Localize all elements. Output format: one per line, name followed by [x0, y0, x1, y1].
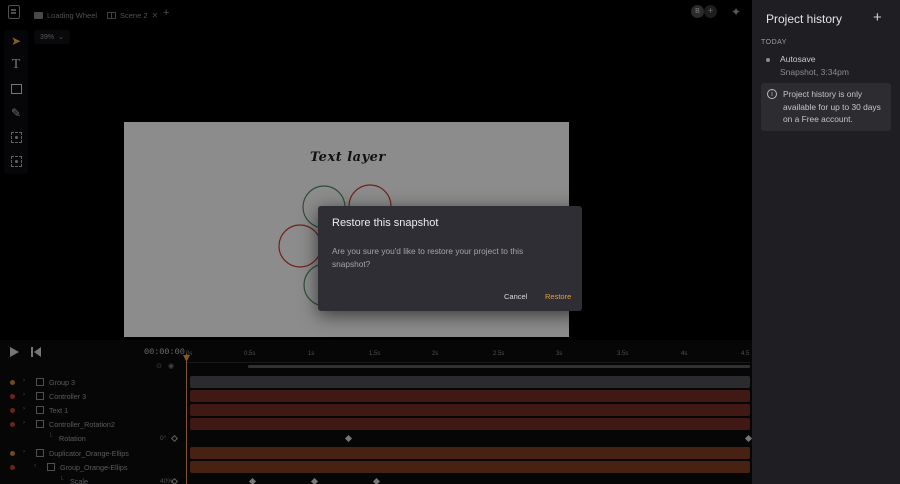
history-dot: [766, 58, 770, 62]
info-icon: i: [767, 89, 777, 99]
section-label: TODAY: [761, 39, 787, 46]
dialog-title: Restore this snapshot: [332, 217, 439, 229]
project-history-panel: Project history + TODAY Autosave Snapsho…: [752, 0, 900, 484]
restore-snapshot-dialog: Restore this snapshot Are you sure you'd…: [318, 206, 582, 311]
dialog-body: Are you sure you'd like to restore your …: [332, 246, 524, 269]
info-text: Project history is only available for up…: [783, 89, 881, 124]
add-snapshot-button[interactable]: +: [873, 9, 882, 26]
history-item-subtitle[interactable]: Snapshot, 3:34pm: [780, 67, 849, 77]
cancel-button[interactable]: Cancel: [504, 292, 527, 301]
info-box: i Project history is only available for …: [761, 83, 891, 131]
panel-title: Project history: [766, 12, 843, 26]
restore-button[interactable]: Restore: [545, 292, 571, 301]
history-item-title[interactable]: Autosave: [780, 54, 815, 64]
